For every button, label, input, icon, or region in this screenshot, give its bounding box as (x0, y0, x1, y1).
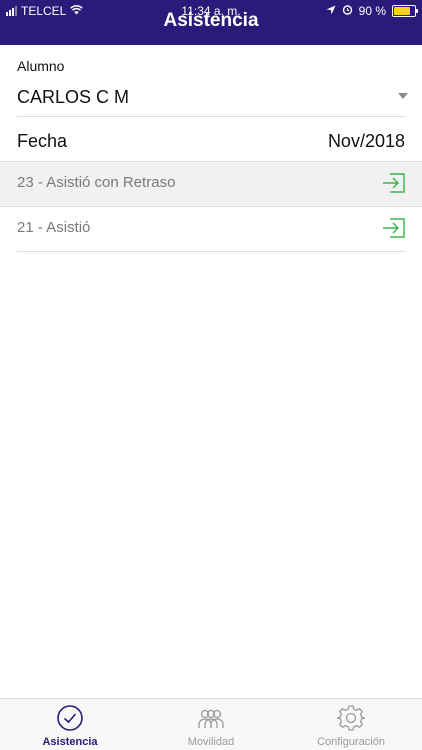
attendance-text: 23 - Asistió con Retraso (17, 174, 176, 191)
date-label: Fecha (17, 131, 68, 151)
date-picker[interactable]: Fecha Nov/2018 (0, 117, 422, 161)
tab-label: Movilidad (187, 736, 235, 748)
enter-icon (382, 216, 406, 240)
tab-label: Configuración (317, 736, 385, 748)
student-label: Alumno (17, 58, 65, 74)
date-value: Nov/2018 (327, 131, 405, 151)
tab-configuracion[interactable]: Configuración (281, 699, 421, 750)
student-value: CARLOS C M (17, 87, 130, 107)
tab-bar: Asistencia Movilidad Configuración (0, 698, 422, 750)
tab-label: Asistencia (42, 736, 98, 748)
student-select[interactable]: CARLOS C M (0, 75, 422, 115)
attendance-row[interactable]: 21 - Asistió (0, 207, 422, 251)
people-icon (197, 704, 225, 732)
divider (17, 251, 405, 252)
page-title: Asistencia (163, 10, 259, 31)
attendance-text: 21 - Asistió (17, 219, 91, 236)
attendance-row[interactable]: 23 - Asistió con Retraso (0, 162, 422, 206)
header-bar: TELCEL 11:34 a. m. 90 % Asistencia (0, 0, 422, 45)
enter-icon (382, 171, 406, 195)
tab-asistencia[interactable]: Asistencia (0, 699, 140, 750)
gear-icon (336, 704, 366, 732)
chevron-down-icon (398, 93, 408, 99)
tab-movilidad[interactable]: Movilidad (141, 699, 281, 750)
checkmark-circle-icon (56, 704, 84, 732)
